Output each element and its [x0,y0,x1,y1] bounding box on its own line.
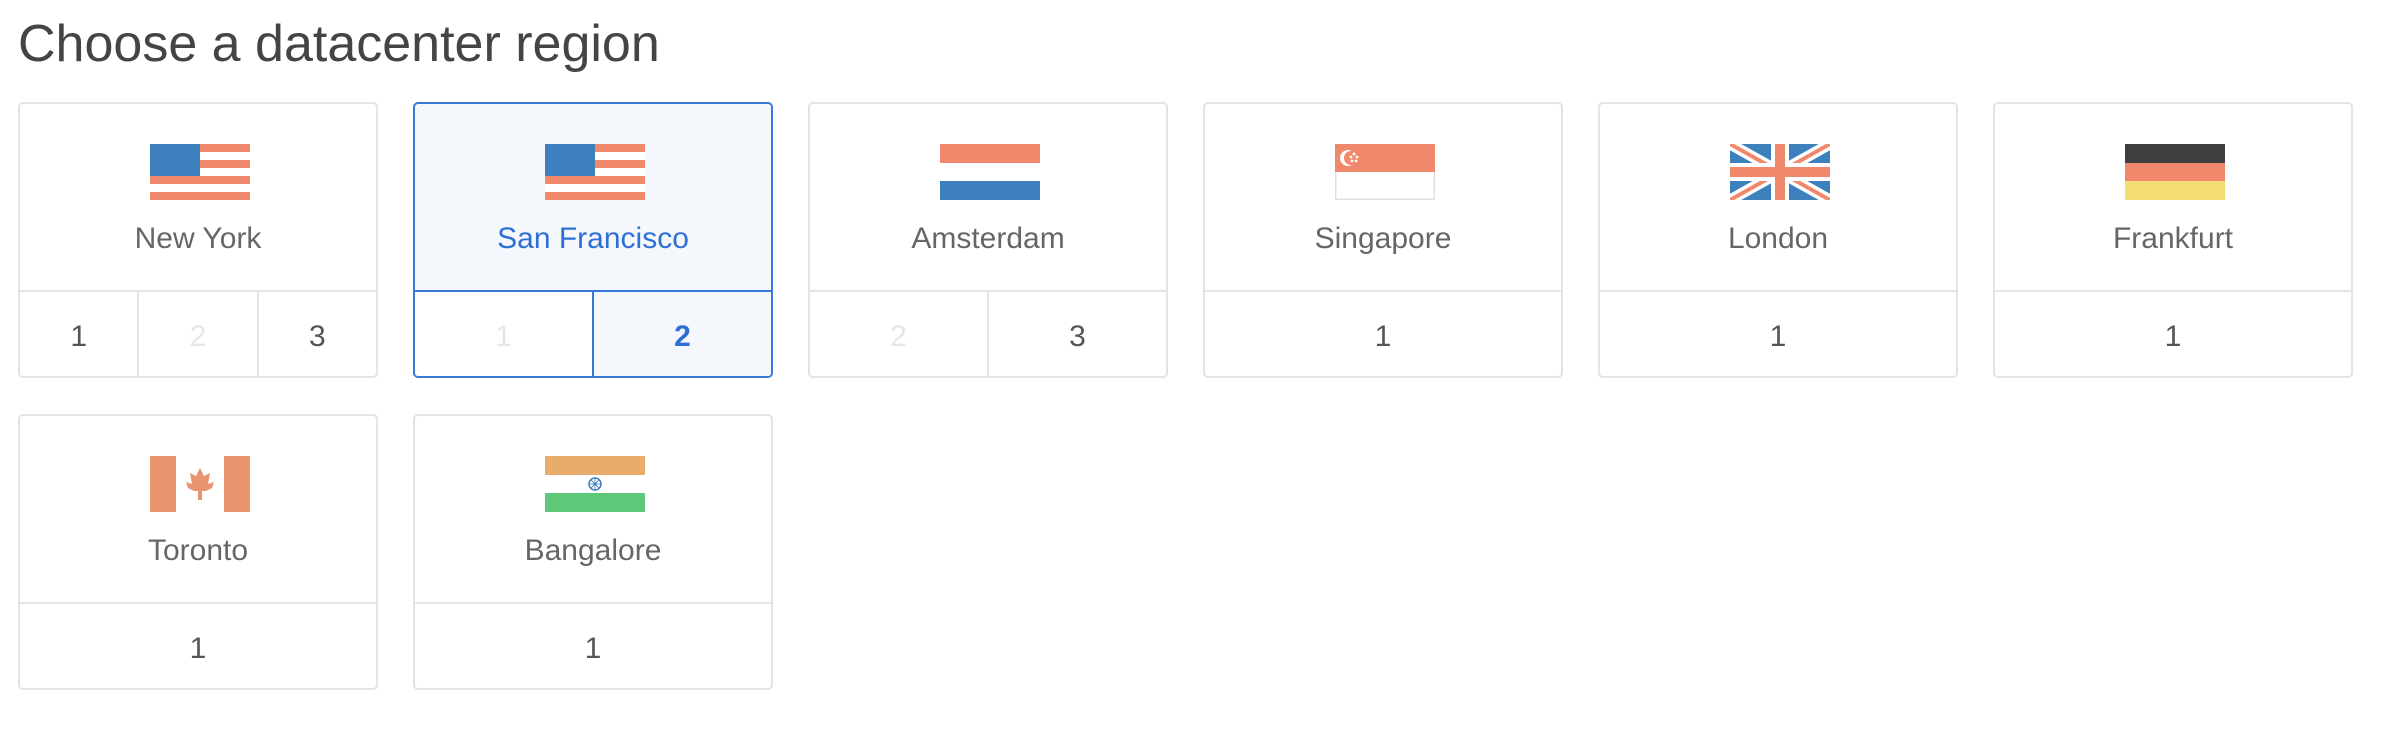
version-selector: 1 2 3 [20,290,376,376]
region-card-header[interactable]: Singapore [1205,104,1561,290]
region-card-bangalore[interactable]: Bangalore 1 [413,414,773,690]
region-card-header[interactable]: Toronto [20,416,376,602]
region-name: London [1727,222,1829,255]
region-name: New York [134,222,262,255]
region-card-san-francisco[interactable]: San Francisco 1 2 [413,102,773,378]
region-card-header[interactable]: San Francisco [415,104,771,290]
version-selector: 2 3 [810,290,1166,376]
region-card-toronto[interactable]: Toronto 1 [18,414,378,690]
region-card-header[interactable]: New York [20,104,376,290]
region-card-header[interactable]: Amsterdam [810,104,1166,290]
region-name: Amsterdam [911,222,1065,255]
region-name: Singapore [1314,222,1452,255]
flag-us-icon [545,144,645,200]
region-card-header[interactable]: Frankfurt [1995,104,2351,290]
region-name: Toronto [147,534,249,567]
version-selector: 1 [415,602,771,688]
version-selector: 1 [1600,290,1956,376]
region-card-frankfurt[interactable]: Frankfurt 1 [1993,102,2353,378]
flag-ca-icon [150,456,250,512]
flag-in-icon [545,456,645,512]
version-option-disabled: 1 [415,292,592,376]
version-option-selected[interactable]: 2 [592,292,771,376]
flag-us-icon [150,144,250,200]
version-option[interactable]: 3 [256,292,376,376]
version-option[interactable]: 1 [1600,292,1956,376]
page-title: Choose a datacenter region [18,15,660,73]
version-selector: 1 [1995,290,2351,376]
flag-de-icon [2125,144,2225,200]
region-name: Bangalore [524,534,662,567]
flag-nl-icon [940,144,1040,200]
region-card-london[interactable]: London 1 [1598,102,1958,378]
region-card-header[interactable]: London [1600,104,1956,290]
region-card-header[interactable]: Bangalore [415,416,771,602]
flag-uk-icon [1730,144,1830,200]
version-option[interactable]: 1 [1205,292,1561,376]
version-selector: 1 [1205,290,1561,376]
version-option[interactable]: 3 [987,292,1166,376]
flag-sg-icon [1335,144,1435,200]
region-card-new-york[interactable]: New York 1 2 3 [18,102,378,378]
version-option[interactable]: 1 [1995,292,2351,376]
version-selector: 1 2 [415,290,771,376]
version-option-disabled: 2 [137,292,256,376]
region-name: Frankfurt [2112,222,2234,255]
version-selector: 1 [20,602,376,688]
region-card-amsterdam[interactable]: Amsterdam 2 3 [808,102,1168,378]
region-name: San Francisco [497,222,689,255]
version-option[interactable]: 1 [415,604,771,688]
version-option[interactable]: 1 [20,292,137,376]
version-option-disabled: 2 [890,320,907,353]
version-option[interactable]: 1 [20,604,376,688]
region-card-singapore[interactable]: Singapore 1 [1203,102,1563,378]
